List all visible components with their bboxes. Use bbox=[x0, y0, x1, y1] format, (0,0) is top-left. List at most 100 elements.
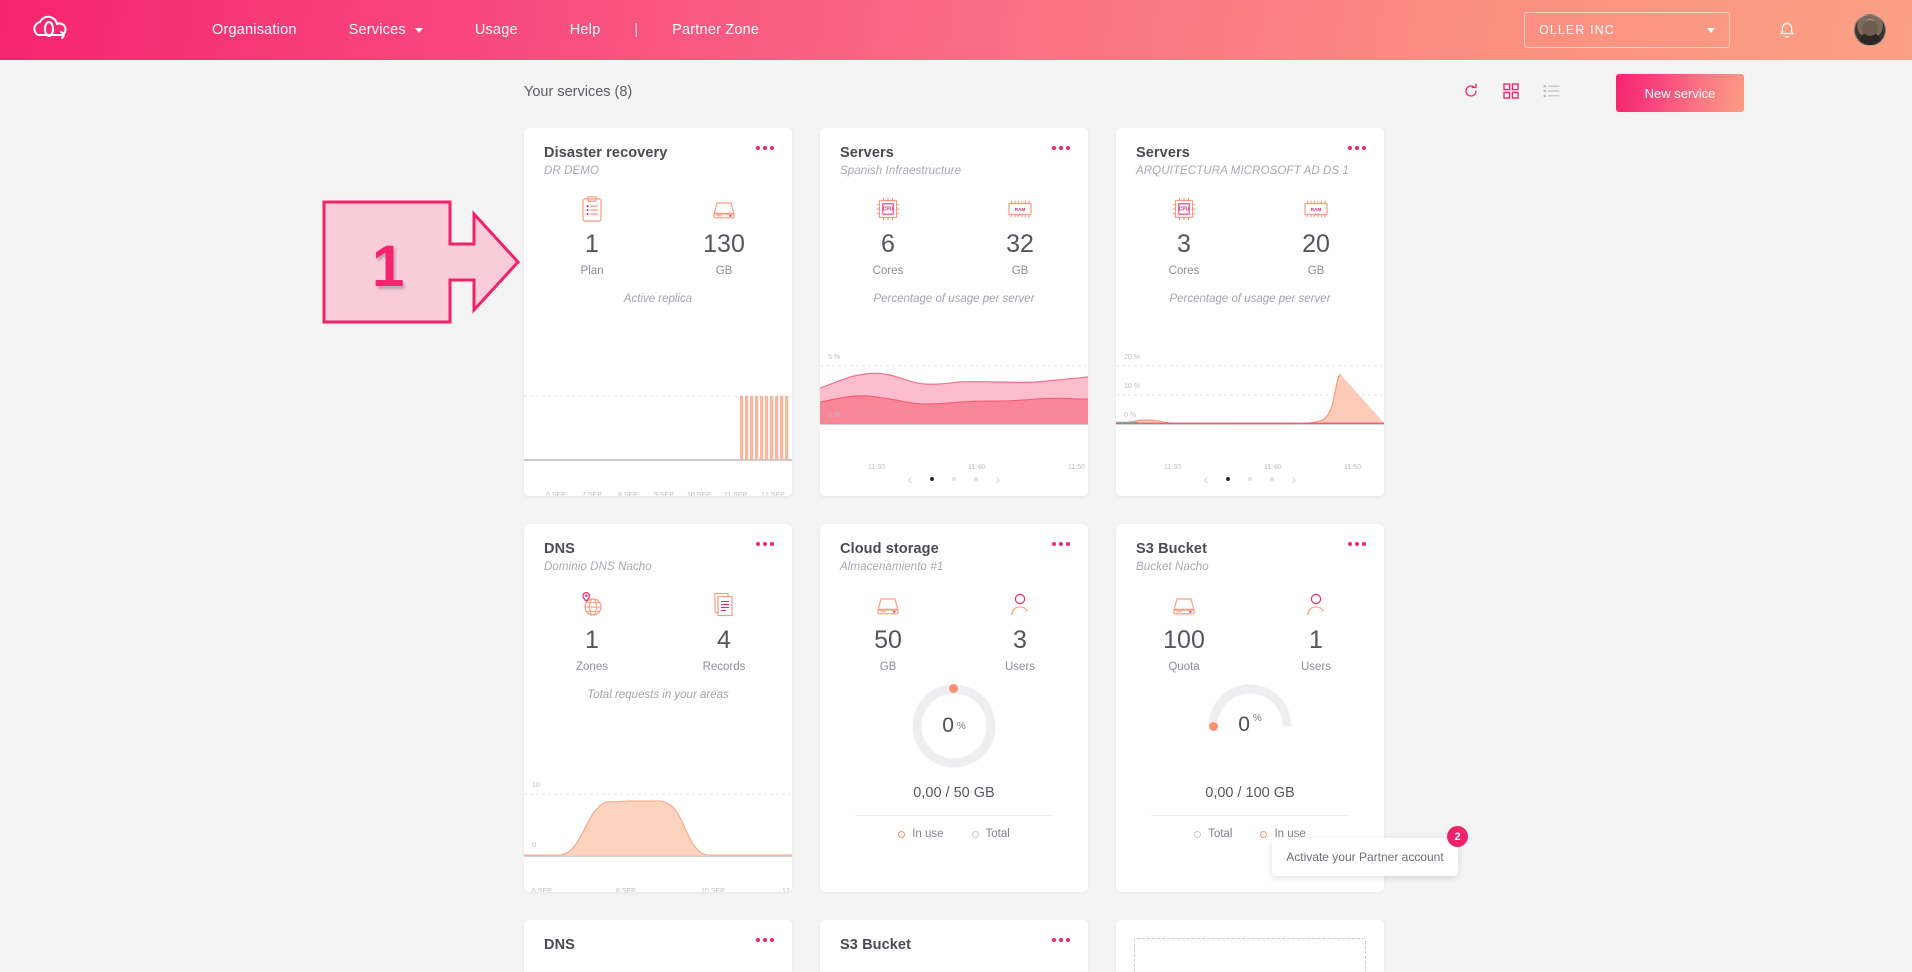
service-card-disaster-recovery[interactable]: Disaster recovery DR DEMO 1 Plan 130 GB … bbox=[524, 128, 792, 496]
card-title: DNS bbox=[544, 541, 575, 557]
card-header: Cloud storage Almacenamiento #1 bbox=[820, 524, 1088, 573]
metric-gb-caption: GB bbox=[879, 661, 897, 673]
gauge-percent: 0% bbox=[911, 683, 997, 769]
card-metrics: CPU 3 Cores RAM 20 GB bbox=[1116, 195, 1384, 277]
carousel-next-button[interactable]: › bbox=[1274, 471, 1314, 488]
metric-zones-caption: Zones bbox=[576, 661, 608, 673]
new-service-button[interactable]: New service bbox=[1616, 74, 1744, 112]
chart-carousel-pager: ‹ › bbox=[1116, 468, 1384, 490]
metric-cores: CPU 6 Cores bbox=[850, 195, 926, 277]
more-options-icon[interactable] bbox=[1052, 938, 1070, 942]
y-tick: 10 % bbox=[1124, 383, 1140, 390]
card-note: Percentage of usage per server bbox=[1169, 293, 1331, 305]
x-tick: 9 SEP bbox=[654, 492, 674, 496]
metric-users: 3 Users bbox=[982, 591, 1058, 673]
cloud-logo-icon[interactable] bbox=[28, 14, 74, 46]
nav-item-organisation-label: Organisation bbox=[212, 22, 297, 38]
nav-item-organisation[interactable]: Organisation bbox=[186, 22, 323, 38]
refresh-icon[interactable] bbox=[1462, 82, 1480, 100]
carousel-next-button[interactable]: › bbox=[978, 471, 1018, 488]
legend-item-total[interactable]: Total bbox=[971, 828, 1010, 840]
gauge-percent-unit: % bbox=[956, 720, 966, 732]
services-row-1: Disaster recovery DR DEMO 1 Plan 130 GB … bbox=[524, 128, 1384, 496]
storage-gauge-area: 0% 0,00 / 50 GB In use Total bbox=[820, 683, 1088, 840]
x-tick: 11 SEP bbox=[724, 492, 748, 496]
organisation-selector-label: OLLER INC bbox=[1539, 23, 1615, 37]
metric-ram-value: 32 bbox=[1006, 230, 1034, 258]
quota-label: 0,00 / 50 GB bbox=[913, 785, 995, 801]
metric-users-value: 3 bbox=[1013, 626, 1027, 654]
y-tick: 5 % bbox=[828, 354, 841, 361]
carousel-dot-2[interactable] bbox=[952, 477, 956, 481]
storage-usage-gauge: 0% bbox=[911, 683, 997, 769]
nav-item-usage[interactable]: Usage bbox=[449, 22, 544, 38]
carousel-dot-1[interactable] bbox=[930, 477, 934, 481]
metric-users-value: 1 bbox=[1309, 626, 1323, 654]
gauge-legend: In use Total bbox=[855, 815, 1053, 840]
user-icon bbox=[982, 591, 1058, 619]
card-title: S3 Bucket bbox=[840, 937, 912, 953]
metric-cores-value: 3 bbox=[1177, 230, 1191, 258]
service-card-s3-bucket[interactable]: S3 Bucket Bucket Nacho 100 Quota 1 Users… bbox=[1116, 524, 1384, 892]
carousel-dot-1[interactable] bbox=[1226, 477, 1230, 481]
annotation-step-2-badge: 2 bbox=[1447, 826, 1468, 847]
top-navigation-bar: Organisation Services Usage Help | Partn… bbox=[0, 0, 1912, 60]
x-tick: 12 SEP bbox=[782, 888, 792, 892]
carousel-prev-button[interactable]: ‹ bbox=[1186, 471, 1226, 488]
service-card-cloud-storage[interactable]: Cloud storage Almacenamiento #1 50 GB 3 … bbox=[820, 524, 1088, 892]
card-header: S3 Bucket Bucket Nacho bbox=[1116, 524, 1384, 573]
card-metrics: 1 Zones 4 Records bbox=[524, 591, 792, 673]
more-options-icon[interactable] bbox=[756, 542, 774, 546]
service-card-servers-arquitectura[interactable]: Servers ARQUITECTURA MICROSOFT AD DS 1 C… bbox=[1116, 128, 1384, 496]
service-card-dns-2[interactable]: DNS bbox=[524, 920, 792, 972]
metric-records: 4 Records bbox=[686, 591, 762, 673]
legend-label: Total bbox=[985, 828, 1010, 840]
more-options-icon[interactable] bbox=[1348, 542, 1366, 546]
avatar[interactable] bbox=[1854, 14, 1886, 46]
more-options-icon[interactable] bbox=[756, 146, 774, 150]
organisation-selector[interactable]: OLLER INC bbox=[1524, 12, 1730, 48]
view-tools bbox=[1462, 82, 1560, 100]
nav-item-partner-zone[interactable]: Partner Zone bbox=[646, 22, 785, 38]
more-options-icon[interactable] bbox=[1052, 542, 1070, 546]
ram-icon: RAM bbox=[1278, 195, 1354, 223]
metric-ram: RAM 20 GB bbox=[1278, 195, 1354, 277]
svg-text:RAM: RAM bbox=[1015, 207, 1026, 212]
legend-item-in-use[interactable]: In use bbox=[898, 828, 944, 840]
metric-plan-caption: Plan bbox=[580, 265, 604, 277]
notification-bell-icon[interactable] bbox=[1776, 19, 1798, 41]
legend-item-total[interactable]: Total bbox=[1194, 828, 1232, 840]
nav-item-services[interactable]: Services bbox=[323, 22, 449, 38]
metric-users: 1 Users bbox=[1278, 591, 1354, 673]
storage-disk-icon bbox=[1146, 591, 1222, 619]
carousel-dot-2[interactable] bbox=[1248, 477, 1252, 481]
card-note: Percentage of usage per server bbox=[873, 293, 1035, 305]
y-tick: 20 % bbox=[1124, 354, 1140, 361]
partner-account-tooltip[interactable]: Activate your Partner account 2 bbox=[1272, 826, 1468, 876]
card-header: DNS Dominio DNS Nacho bbox=[524, 524, 792, 573]
service-card-dns[interactable]: DNS Dominio DNS Nacho 1 Zones 4 Records … bbox=[524, 524, 792, 892]
clipboard-plan-icon bbox=[554, 195, 630, 223]
x-tick: 6 SEP bbox=[546, 492, 566, 496]
nav-separator: | bbox=[634, 22, 639, 38]
gauge-percent-unit: % bbox=[1252, 713, 1262, 724]
more-options-icon[interactable] bbox=[1348, 146, 1366, 150]
nav-item-help[interactable]: Help bbox=[544, 22, 627, 38]
metric-storage-value: 130 bbox=[703, 230, 745, 258]
service-card-servers-spanish[interactable]: Servers Spanish Infraestructure CPU 6 Co… bbox=[820, 128, 1088, 496]
add-service-placeholder-card[interactable] bbox=[1116, 920, 1384, 972]
list-view-icon[interactable] bbox=[1542, 82, 1560, 100]
carousel-prev-button[interactable]: ‹ bbox=[890, 471, 930, 488]
nav-item-partner-zone-label: Partner Zone bbox=[672, 22, 760, 38]
service-card-s3-bucket-2[interactable]: S3 Bucket bbox=[820, 920, 1088, 972]
more-options-icon[interactable] bbox=[1052, 146, 1070, 150]
card-title: Disaster recovery bbox=[544, 145, 668, 161]
legend-marker-icon bbox=[898, 830, 906, 838]
card-subtitle: Spanish Infraestructure bbox=[840, 165, 962, 177]
cpu-icon: CPU bbox=[850, 195, 926, 223]
grid-view-icon[interactable] bbox=[1502, 82, 1520, 100]
more-options-icon[interactable] bbox=[756, 938, 774, 942]
card-metrics: 1 Plan 130 GB bbox=[524, 195, 792, 277]
metric-gb-value: 50 bbox=[874, 626, 902, 654]
card-title: Servers bbox=[1136, 145, 1190, 161]
